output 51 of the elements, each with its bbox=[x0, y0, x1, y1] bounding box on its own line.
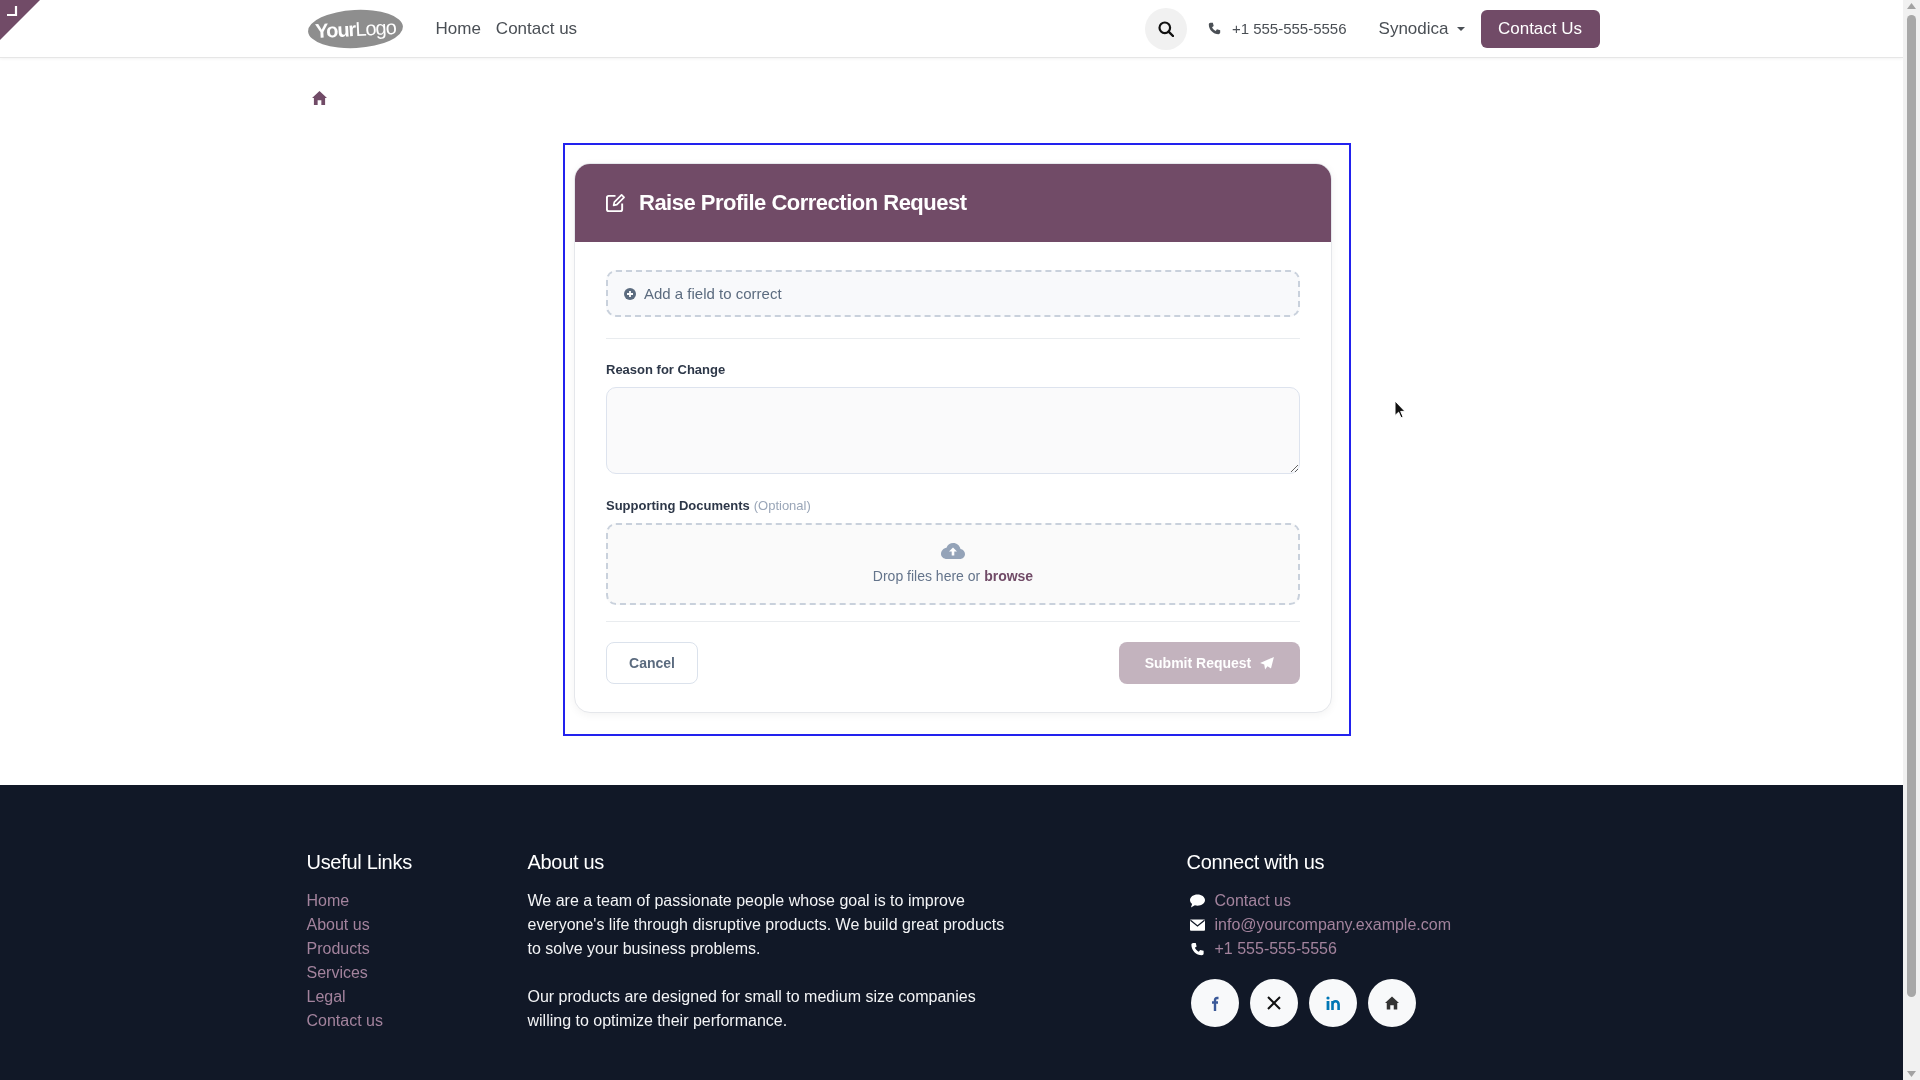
cancel-button[interactable]: Cancel bbox=[606, 642, 698, 684]
nav-link[interactable]: Contact us bbox=[495, 18, 578, 39]
contact-link[interactable]: +1 555-555-5556 bbox=[1214, 937, 1337, 961]
footer-link[interactable]: Home bbox=[306, 889, 350, 913]
search-icon bbox=[1157, 20, 1174, 37]
scrollbar[interactable] bbox=[1903, 0, 1920, 1080]
phone-icon bbox=[1207, 22, 1221, 35]
browse-link[interactable]: browse bbox=[984, 568, 1034, 584]
plus-circle-icon bbox=[624, 287, 636, 300]
footer-link[interactable]: Contact us bbox=[306, 1009, 383, 1033]
field-label: Supporting Documents bbox=[606, 498, 750, 514]
paper-plane-icon bbox=[1260, 656, 1275, 670]
footer-link[interactable]: About us bbox=[306, 913, 370, 937]
home-icon[interactable] bbox=[311, 91, 327, 105]
facebook-button[interactable] bbox=[1190, 979, 1239, 1027]
speech-bubble-icon bbox=[1189, 894, 1205, 908]
corner-toggle-icon[interactable] bbox=[0, 0, 40, 40]
x-button[interactable] bbox=[1249, 979, 1298, 1027]
company-dropdown[interactable]: Synodica bbox=[1378, 18, 1465, 39]
cloud-upload-icon bbox=[941, 541, 965, 559]
scrollbar-thumb[interactable] bbox=[1907, 15, 1916, 997]
phone-icon bbox=[1189, 942, 1205, 956]
file-drop-zone[interactable]: Drop files here or browse bbox=[606, 523, 1300, 605]
x-icon bbox=[1266, 995, 1281, 1011]
home-button[interactable] bbox=[1367, 979, 1416, 1027]
optional-hint: (Optional) bbox=[753, 498, 811, 514]
footer-heading: Connect with us bbox=[1186, 850, 1325, 874]
contact-us-button[interactable]: Contact Us bbox=[1480, 9, 1600, 48]
mouse-pointer-icon bbox=[1394, 400, 1406, 419]
footer-link[interactable]: Legal bbox=[306, 985, 346, 1009]
footer-heading: Useful Links bbox=[306, 850, 412, 874]
field-label: Reason for Change bbox=[606, 362, 727, 378]
caret-icon bbox=[1456, 26, 1465, 31]
home-icon bbox=[1384, 995, 1399, 1011]
phone-link[interactable]: +1 555-555-5556 bbox=[1207, 20, 1347, 37]
drop-zone-text: Drop files here or browse bbox=[872, 568, 1034, 585]
form-title: Raise Profile Correction Request bbox=[639, 190, 967, 216]
footer-heading: About us bbox=[527, 850, 605, 874]
linkedin-icon bbox=[1325, 995, 1340, 1011]
about-paragraph: Our products are designed for small to medium size companies willing to optimize their performance. bbox=[527, 987, 977, 1031]
contact-link[interactable]: info@yourcompany.example.com bbox=[1214, 913, 1451, 937]
nav-link[interactable]: Home bbox=[435, 18, 481, 39]
edit-icon bbox=[605, 193, 626, 213]
add-field-button[interactable]: Add a field to correct bbox=[606, 270, 1300, 317]
envelope-icon bbox=[1189, 918, 1205, 932]
footer-link[interactable]: Products bbox=[306, 937, 370, 961]
about-paragraph: We are a team of passionate people whose goal is to improve everyone's life through disruptive products. We build great products to solve your business problems. bbox=[527, 891, 1006, 959]
footer-link[interactable]: Services bbox=[306, 961, 368, 985]
contact-link[interactable]: Contact us bbox=[1214, 889, 1291, 913]
linkedin-button[interactable] bbox=[1308, 979, 1357, 1027]
logo[interactable]: YourLogo bbox=[306, 7, 404, 50]
